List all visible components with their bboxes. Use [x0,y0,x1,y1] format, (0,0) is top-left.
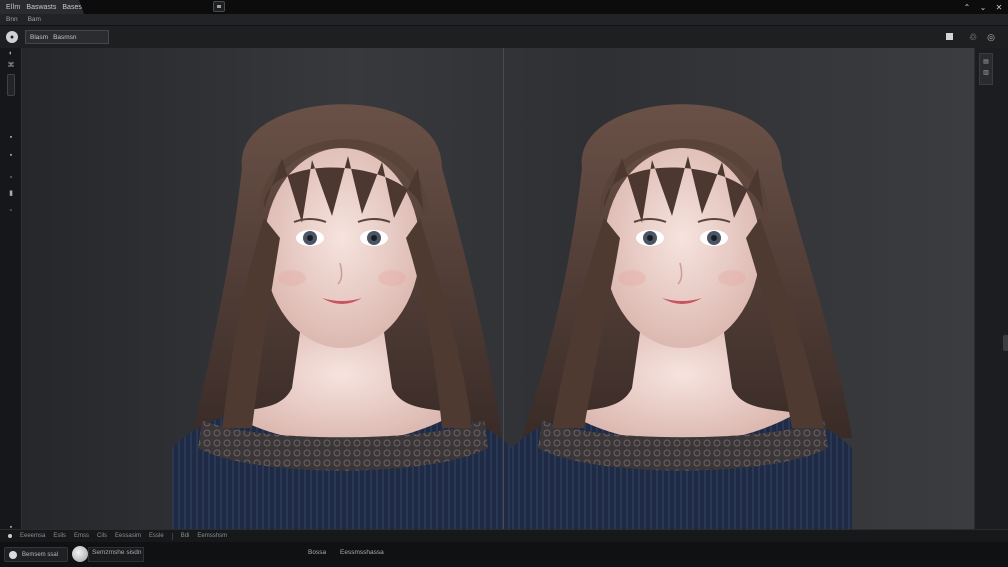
tool-eraser-icon[interactable]: ▫ [5,172,17,182]
stop-icon[interactable] [946,33,953,40]
status-left-button[interactable]: Bemsem ssal [4,547,68,562]
new-tab-button[interactable] [213,1,225,12]
compare-divider[interactable] [503,48,504,529]
close-icon[interactable]: ✕ [992,0,1006,14]
minimize-icon[interactable]: ⌃ [960,0,974,14]
tab-label-tertiary: Basesa [62,3,86,11]
info-item-1[interactable]: Eeeemsa [20,533,45,539]
tab-document[interactable]: Ellm Baswasts Basesa [0,0,84,14]
layers-icon: ▤ [983,59,989,65]
address-value: Basmsn [53,33,77,41]
info-tail: Eemsshsm [197,533,228,539]
tab-bar: Ellm Baswasts Basesa ⌃ ⌄ ✕ [0,0,1008,14]
tool-toggle-icon[interactable]: ◐ [5,48,17,58]
tool-smudge-icon[interactable]: ˘ [5,208,17,218]
settings-icon[interactable]: ◎ [984,30,998,44]
menu-bar: Bnn Bam [0,14,1008,26]
info-item-3[interactable]: Emss [74,533,89,539]
tool-brush-icon[interactable]: ▪ [5,150,17,160]
panel-resize-handle[interactable] [1003,335,1008,351]
address-prefix: Blasm [30,33,49,41]
status-center-label-2: Eessmsshassa [340,549,384,556]
info-marker[interactable]: Bdi [181,533,190,539]
info-item-6[interactable]: Essle [149,533,164,539]
menu-item-file[interactable]: Bnn [6,16,18,23]
status-dot-icon [8,534,12,538]
menu-item-edit[interactable]: Bam [28,16,41,23]
status-left-label: Bemsem ssal [22,551,59,558]
canvas-viewport[interactable] [22,48,974,529]
tool-cmd-icon[interactable]: ⌘ [5,60,17,70]
tool-fill-icon[interactable]: ▮ [5,188,17,198]
restore-icon[interactable]: ⌄ [976,0,990,14]
tab-label-secondary: Baswasts [26,3,57,11]
portrait-right [512,104,852,529]
info-strip: Eeeemsa Eslls Emss Cils Eessasim Essle B… [0,529,1008,542]
history-icon: ▥ [983,70,989,76]
portrait-left [172,104,512,529]
status-avatar-label: Semzmshe sisdn [92,549,142,556]
address-bar: ● Blasm Basmsn ♲ ◎ [0,26,1008,48]
left-tool-rail: ◐ ⌘ ▪ ▪ ▫ ▮ ˘ ▪ [0,48,22,531]
tab-label: Ellm [6,3,21,11]
info-item-2[interactable]: Eslls [53,533,66,539]
info-separator [171,532,173,540]
info-item-4[interactable]: Cils [97,533,107,539]
tool-rect-icon[interactable]: ▪ [5,132,17,142]
info-item-5[interactable]: Eessasim [115,533,141,539]
avatar[interactable] [72,546,88,562]
address-field[interactable]: Blasm Basmsn [25,30,109,44]
right-panel-rail: ▤ ▥ [974,48,1008,529]
home-icon[interactable]: ● [6,31,18,43]
tool-size-slider[interactable] [7,74,15,96]
refresh-icon[interactable]: ♲ [966,30,980,44]
layers-panel-toggle[interactable]: ▤ ▥ [979,53,993,85]
status-center-label-1: Bossa [308,549,327,556]
status-bar: Bemsem ssal Semzmshe sisdn Bossa Eessmss… [0,542,1008,567]
record-icon [9,550,17,559]
